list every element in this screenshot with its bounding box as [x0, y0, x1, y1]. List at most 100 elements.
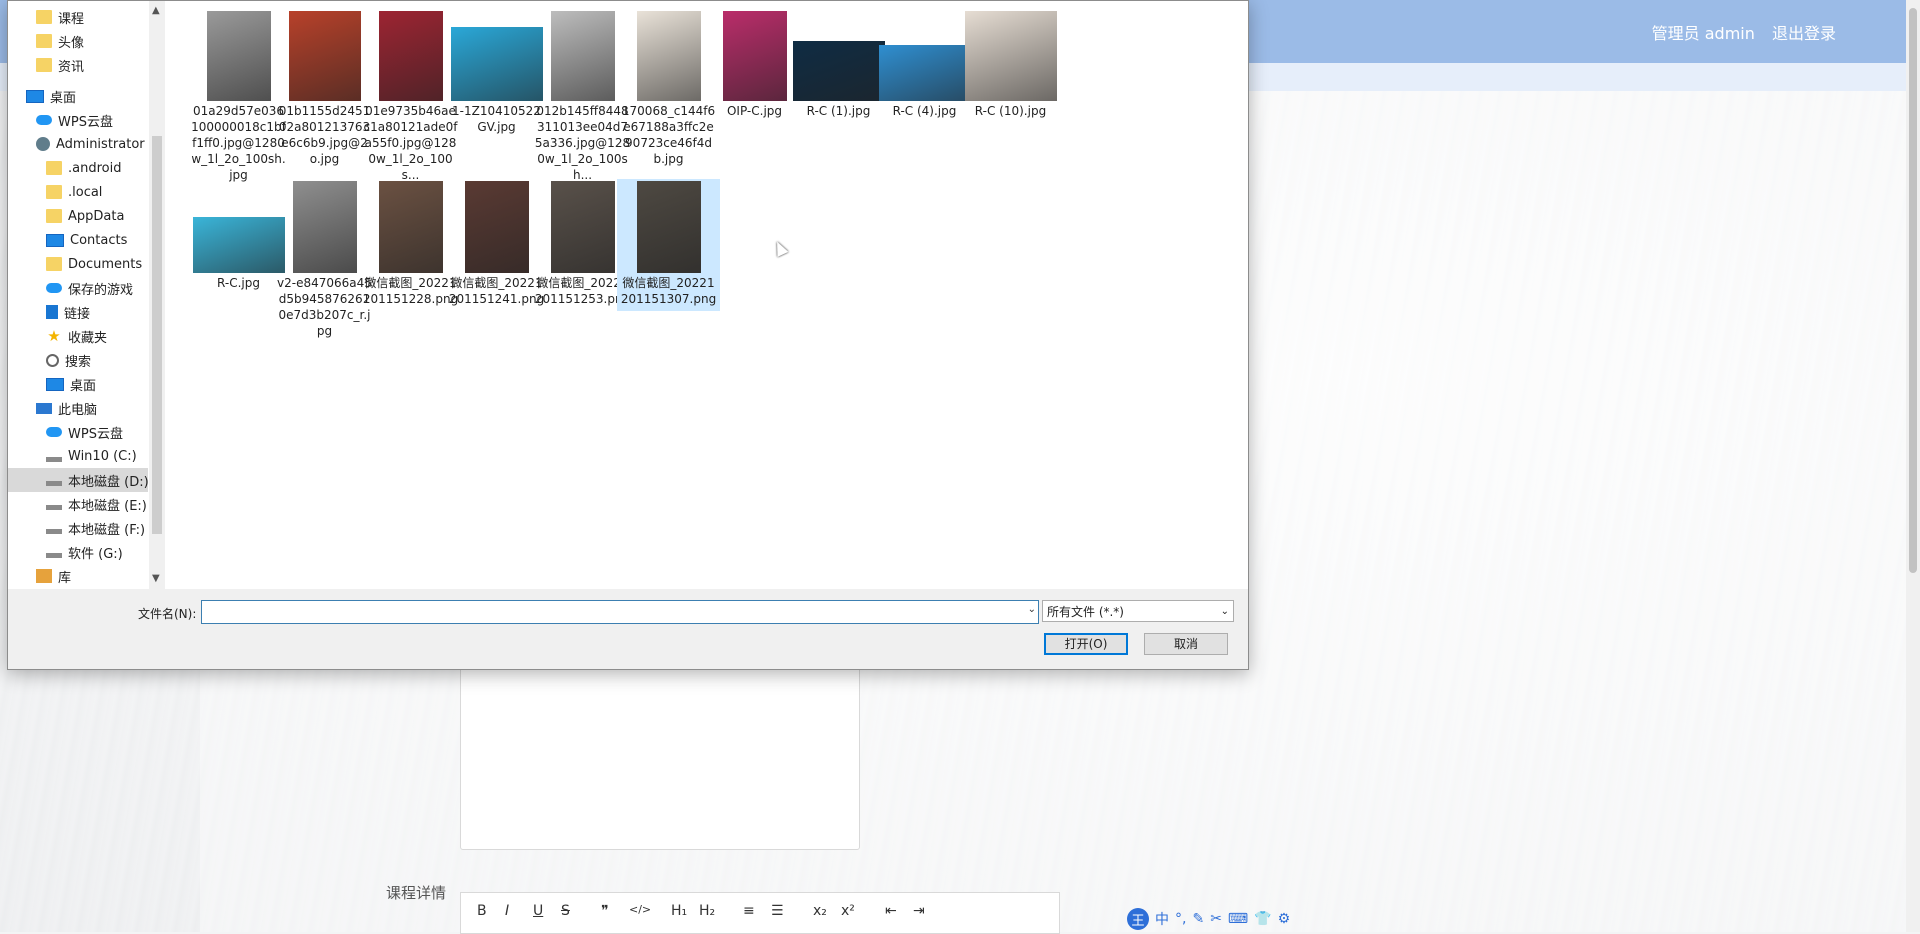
drive-icon: [46, 552, 62, 558]
bullet-list-button[interactable]: ☰: [771, 903, 784, 919]
nav-item-label: WPS云盘: [58, 114, 113, 130]
file-item[interactable]: R-C (10).jpg: [959, 9, 1062, 123]
desktop-icon: [46, 377, 64, 391]
logout-link[interactable]: 退出登录: [1772, 24, 1836, 43]
ime-logo-icon[interactable]: 王: [1127, 908, 1149, 930]
user-icon: [36, 137, 50, 151]
nav-scrollbar-thumb[interactable]: [152, 136, 162, 534]
file-thumbnail: [636, 181, 701, 273]
file-thumbnail: [464, 181, 529, 273]
nav-item-label: .local: [68, 184, 103, 200]
italic-button[interactable]: I: [505, 903, 509, 919]
nav-item[interactable]: Administrator: [36, 132, 145, 156]
nav-item[interactable]: 本地磁盘 (F:): [46, 516, 145, 540]
nav-item[interactable]: 库: [36, 564, 71, 588]
nav-item[interactable]: 桌面: [26, 84, 76, 108]
nav-item[interactable]: 软件 (G:): [46, 540, 123, 564]
file-thumbnail: [378, 11, 443, 101]
file-item[interactable]: 微信截图_20221201151307.png: [617, 179, 720, 311]
file-thumbnail: [450, 27, 543, 101]
desktop-icon: [26, 89, 44, 103]
file-thumbnail: [378, 181, 443, 273]
dialog-footer: 文件名(N): ⌄ 所有文件 (*.*) ⌄ 打开(O) 取消: [8, 589, 1248, 669]
nav-item[interactable]: 桌面: [46, 372, 96, 396]
nav-item[interactable]: 搜索: [46, 348, 91, 372]
nav-item-label: 保存的游戏: [68, 282, 134, 298]
ime-toolbar[interactable]: 王 中 °, ✎ ✂ ⌨ 👕 ⚙: [1127, 908, 1290, 930]
nav-item[interactable]: 此电脑: [36, 396, 97, 420]
admin-label: 管理员 admin: [1651, 24, 1755, 43]
folder-icon: [36, 58, 52, 72]
contacts-icon: [46, 233, 64, 247]
nav-item[interactable]: Win10 (C:): [46, 444, 137, 468]
ime-settings-icon[interactable]: ⚙: [1278, 911, 1291, 927]
page-scrollbar-thumb[interactable]: [1909, 8, 1917, 573]
folder-icon: [46, 185, 62, 199]
folder-icon: [46, 209, 62, 223]
subscript-button[interactable]: x₂: [813, 903, 827, 919]
cancel-button[interactable]: 取消: [1144, 633, 1228, 655]
search-icon: [46, 353, 59, 367]
nav-item[interactable]: 本地磁盘 (E:): [46, 492, 147, 516]
nav-item[interactable]: ★ 收藏夹: [46, 324, 107, 348]
heading1-button[interactable]: H₁: [671, 903, 687, 919]
nav-item-label: 软件 (G:): [68, 546, 123, 562]
nav-scrollbar[interactable]: ▲ ▼: [149, 1, 165, 589]
nav-item-label: 桌面: [70, 378, 97, 394]
nav-item[interactable]: 保存的游戏: [46, 276, 133, 300]
nav-item[interactable]: Contacts: [46, 228, 127, 252]
nav-item[interactable]: .android: [46, 156, 121, 180]
nav-item-label: AppData: [68, 208, 125, 224]
indent-button[interactable]: ⇥: [913, 903, 925, 919]
nav-item[interactable]: 本地磁盘 (D:): [8, 468, 149, 492]
filetype-value: 所有文件 (*.*): [1047, 605, 1124, 619]
nav-item[interactable]: AppData: [46, 204, 124, 228]
nav-item[interactable]: Documents: [46, 252, 142, 276]
nav-item[interactable]: .local: [46, 180, 102, 204]
chevron-down-icon[interactable]: ⌄: [1028, 604, 1036, 615]
file-thumbnail: [636, 11, 701, 101]
ime-keyboard-icon[interactable]: ⌨: [1228, 911, 1248, 927]
file-thumbnail: [550, 181, 615, 273]
bold-button[interactable]: B: [477, 903, 487, 919]
file-thumbnail: [550, 11, 615, 101]
filename-input[interactable]: ⌄: [201, 600, 1039, 624]
nav-item[interactable]: 头像: [36, 29, 84, 53]
nav-item-label: 此电脑: [58, 402, 98, 418]
open-button[interactable]: 打开(O): [1044, 633, 1128, 655]
nav-item-label: 收藏夹: [68, 330, 108, 346]
nav-item[interactable]: WPS云盘: [36, 108, 113, 132]
ime-skin-icon[interactable]: 👕: [1254, 911, 1271, 927]
ime-chinese-icon[interactable]: 中: [1155, 909, 1169, 929]
nav-item-label: Contacts: [70, 232, 128, 248]
scroll-up-icon[interactable]: ▲: [152, 5, 160, 16]
strikethrough-button[interactable]: S: [561, 903, 570, 919]
course-detail-label: 课程详情: [386, 884, 447, 902]
outdent-button[interactable]: ⇤: [885, 903, 897, 919]
scroll-down-icon[interactable]: ▼: [152, 573, 160, 584]
nav-item[interactable]: WPS云盘: [46, 420, 123, 444]
ime-punct-icon[interactable]: °,: [1175, 911, 1186, 927]
underline-button[interactable]: U: [533, 903, 543, 919]
code-button[interactable]: </>: [629, 903, 651, 916]
textarea-field[interactable]: [460, 660, 860, 850]
nav-item[interactable]: 资讯: [36, 53, 84, 77]
folder-icon: [36, 34, 52, 48]
nav-item-label: .android: [68, 160, 122, 176]
filename-label: 文件名(N):: [138, 607, 197, 621]
superscript-button[interactable]: x²: [841, 903, 855, 919]
ordered-list-button[interactable]: ≡: [743, 903, 755, 919]
heading2-button[interactable]: H₂: [699, 903, 715, 919]
page-scrollbar[interactable]: [1906, 0, 1920, 932]
nav-item[interactable]: 链接: [46, 300, 90, 324]
link-icon: [46, 305, 58, 319]
nav-item-label: 课程: [58, 11, 85, 27]
quote-button[interactable]: ❞: [601, 903, 609, 919]
file-thumbnail: [964, 11, 1057, 101]
ime-pen-icon[interactable]: ✎: [1192, 911, 1204, 927]
file-open-dialog: 课程头像 资讯桌面 WPS云盘 Administrator .android .local…: [7, 0, 1249, 670]
nav-item[interactable]: 课程: [36, 5, 84, 29]
ime-scissors-icon[interactable]: ✂: [1210, 911, 1222, 927]
file-thumbnail: [206, 11, 271, 101]
filetype-select[interactable]: 所有文件 (*.*) ⌄: [1042, 600, 1234, 622]
